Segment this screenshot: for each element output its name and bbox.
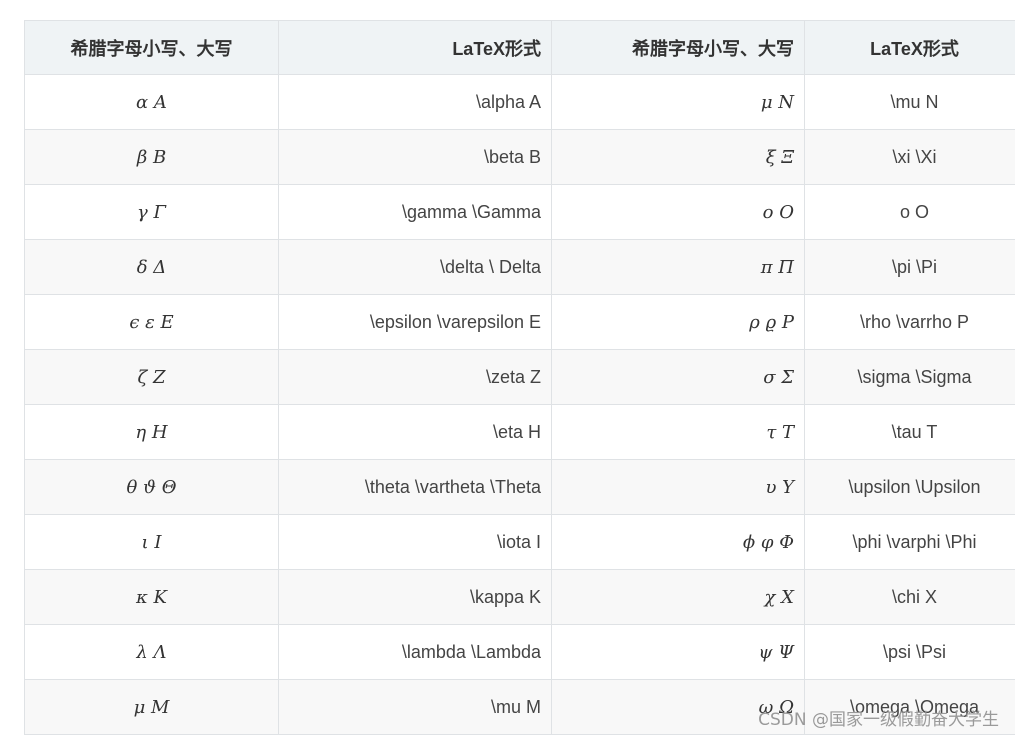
letter-pair-right: o O bbox=[551, 184, 805, 240]
latex-code-left: \gamma \Gamma bbox=[278, 184, 552, 240]
watermark: CSDN @国家一级假勤奋大学生 bbox=[758, 710, 999, 730]
table-row: α A \alpha Aμ N \mu N bbox=[24, 74, 1015, 130]
latex-code-right: \tau T bbox=[804, 404, 1015, 460]
letter-pair-right: υ Υ bbox=[551, 459, 805, 515]
letter-pair-left: ϵ ε E bbox=[24, 294, 279, 350]
latex-code-left: \lambda \Lambda bbox=[278, 624, 552, 680]
latex-code-left: \iota I bbox=[278, 514, 552, 570]
latex-code-right: \xi \Xi bbox=[804, 129, 1015, 185]
letter-pair-left: α A bbox=[24, 74, 279, 130]
latex-code-left: \zeta Z bbox=[278, 349, 552, 405]
letter-pair-left: β B bbox=[24, 129, 279, 185]
latex-code-left: \epsilon \varepsilon E bbox=[278, 294, 552, 350]
header-letters-right: 希腊字母小写、大写 bbox=[551, 20, 805, 75]
table-row: κ K \kappa Kχ X \chi X bbox=[24, 569, 1015, 625]
latex-code-left: \eta H bbox=[278, 404, 552, 460]
letter-pair-left: γ Γ bbox=[24, 184, 279, 240]
latex-code-right: \psi \Psi bbox=[804, 624, 1015, 680]
header-row: 希腊字母小写、大写 LaTeX形式 希腊字母小写、大写 LaTeX形式 bbox=[24, 20, 1015, 75]
table-row: ι I \iota Iϕ φ Φ \phi \varphi \Phi bbox=[24, 514, 1015, 570]
latex-code-left: \theta \vartheta \Theta bbox=[278, 459, 552, 515]
latex-code-left: \beta B bbox=[278, 129, 552, 185]
latex-code-right: o O bbox=[804, 184, 1015, 240]
letter-pair-left: η H bbox=[24, 404, 279, 460]
letter-pair-right: ξ Ξ bbox=[551, 129, 805, 185]
letter-pair-left: ι I bbox=[24, 514, 279, 570]
header-latex-right: LaTeX形式 bbox=[804, 20, 1015, 75]
letter-pair-right: π Π bbox=[551, 239, 805, 295]
table-row: δ Δ \delta \ Delta π Π \pi \Pi bbox=[24, 239, 1015, 295]
letter-pair-right: τ T bbox=[551, 404, 805, 460]
letter-pair-left: θ ϑ Θ bbox=[24, 459, 279, 515]
greek-letter-table: 希腊字母小写、大写 LaTeX形式 希腊字母小写、大写 LaTeX形式 α A \… bbox=[24, 20, 1015, 735]
latex-code-right: \rho \varrho P bbox=[804, 294, 1015, 350]
table-row: η H \eta Hτ T \tau T bbox=[24, 404, 1015, 460]
table-row: β B \beta Bξ Ξ \xi \Xi bbox=[24, 129, 1015, 185]
header-latex-left: LaTeX形式 bbox=[278, 20, 552, 75]
letter-pair-left: ζ Z bbox=[24, 349, 279, 405]
latex-code-right: \upsilon \Upsilon bbox=[804, 459, 1015, 515]
table-row: ζ Z \zeta Zσ Σ \sigma \Sigma bbox=[24, 349, 1015, 405]
latex-code-right: \chi X bbox=[804, 569, 1015, 625]
table-row: γ Γ \gamma \Gamma o Oo O bbox=[24, 184, 1015, 240]
table-row: θ ϑ Θ \theta \vartheta \Theta υ Υ \upsilon … bbox=[24, 459, 1015, 515]
latex-code-left: \kappa K bbox=[278, 569, 552, 625]
letter-pair-left: δ Δ bbox=[24, 239, 279, 295]
table-row: ϵ ε E \epsilon \varepsilon Eρ ϱ P \rho \va… bbox=[24, 294, 1015, 350]
latex-code-right: \pi \Pi bbox=[804, 239, 1015, 295]
latex-code-left: \alpha A bbox=[278, 74, 552, 130]
table-row: λ Λ \lambda \Lambda ψ Ψ \psi \Psi bbox=[24, 624, 1015, 680]
latex-code-right: \sigma \Sigma bbox=[804, 349, 1015, 405]
letter-pair-right: σ Σ bbox=[551, 349, 805, 405]
letter-pair-right: μ N bbox=[551, 74, 805, 130]
letter-pair-right: ϕ φ Φ bbox=[551, 514, 805, 570]
letter-pair-left: μ M bbox=[24, 679, 279, 735]
letter-pair-left: λ Λ bbox=[24, 624, 279, 680]
letter-pair-left: κ K bbox=[24, 569, 279, 625]
latex-code-left: \mu M bbox=[278, 679, 552, 735]
latex-code-right: \phi \varphi \Phi bbox=[804, 514, 1015, 570]
letter-pair-right: χ X bbox=[551, 569, 805, 625]
latex-code-right: \mu N bbox=[804, 74, 1015, 130]
table-header: 希腊字母小写、大写 LaTeX形式 希腊字母小写、大写 LaTeX形式 bbox=[24, 20, 1015, 75]
letter-pair-right: ψ Ψ bbox=[551, 624, 805, 680]
latex-code-left: \delta \ Delta bbox=[278, 239, 552, 295]
letter-pair-right: ρ ϱ P bbox=[551, 294, 805, 350]
header-letters-left: 希腊字母小写、大写 bbox=[24, 20, 279, 75]
table-body: α A \alpha Aμ N \mu Nβ B \beta Bξ Ξ \xi \Xi γ… bbox=[24, 74, 1015, 735]
